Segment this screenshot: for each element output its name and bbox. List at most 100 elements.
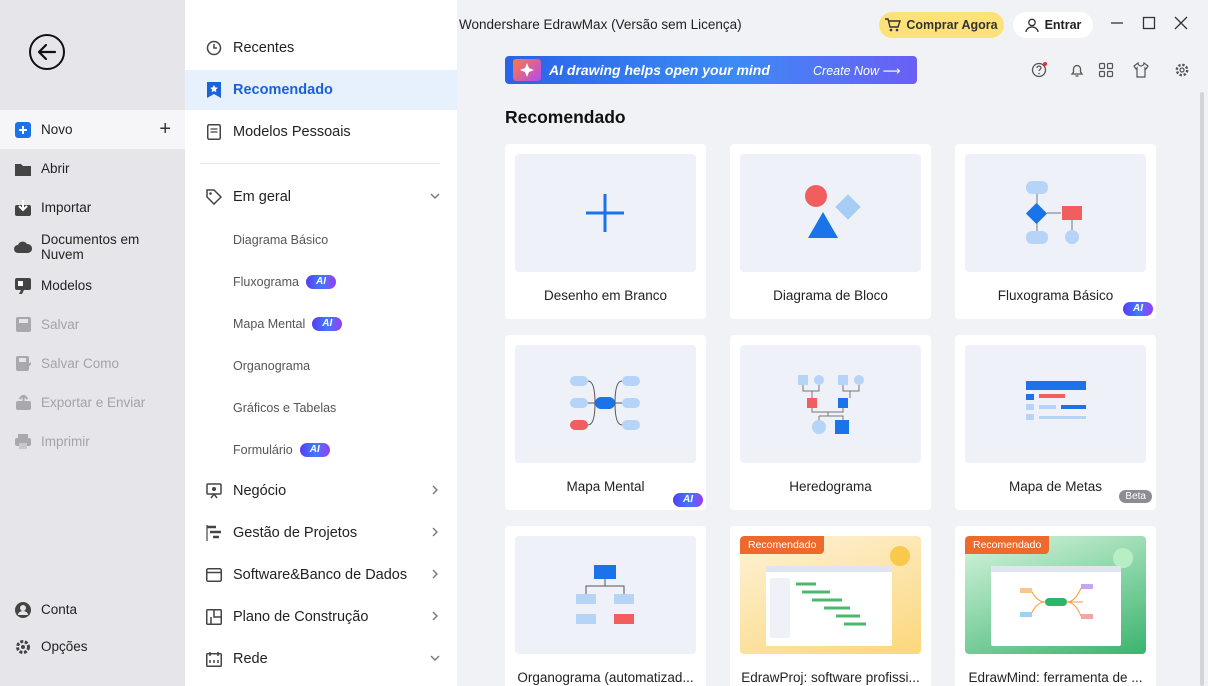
buy-now-button[interactable]: Comprar Agora xyxy=(879,12,1004,38)
file-menu-rail: Novo + Abrir Importar Documentos em Nuve… xyxy=(0,0,185,686)
plus-square-icon xyxy=(14,121,32,139)
blank-plus-icon xyxy=(586,194,624,232)
rail-item-cloud-docs[interactable]: Documentos em Nuvem xyxy=(0,227,185,266)
rail-item-export-send[interactable]: Exportar e Enviar xyxy=(0,383,185,422)
subcategory-mind-map[interactable]: Mapa Mental AI xyxy=(233,313,343,335)
template-thumbnail xyxy=(965,345,1146,463)
tag-icon xyxy=(205,188,223,206)
category-recent[interactable]: Recentes xyxy=(185,28,457,68)
category-recommended[interactable]: Recomendado xyxy=(185,70,457,110)
rail-item-save[interactable]: Salvar xyxy=(0,305,185,344)
subcategory-label: Fluxograma xyxy=(233,275,299,289)
ai-badge: AI xyxy=(306,275,336,289)
arrow-left-icon xyxy=(37,43,57,61)
category-label: Recomendado xyxy=(233,82,333,98)
category-label: Software&Banco de Dados xyxy=(233,567,408,583)
category-label: Plano de Construção xyxy=(233,609,369,625)
rail-item-options[interactable]: Opções xyxy=(0,627,185,666)
category-project-management[interactable]: Gestão de Projetos xyxy=(185,513,457,553)
template-card-genogram[interactable]: Heredograma xyxy=(730,335,931,510)
template-card-blank[interactable]: Desenho em Branco xyxy=(505,144,706,319)
presentation-icon xyxy=(205,482,223,500)
arrow-right-icon: ⟶ xyxy=(882,64,901,78)
template-label: EdrawMind: ferramenta de ... xyxy=(968,670,1143,685)
subcategory-flowchart[interactable]: Fluxograma AI xyxy=(233,271,336,293)
template-thumbnail: Recomendado xyxy=(740,536,921,654)
back-button[interactable] xyxy=(29,34,65,70)
template-thumbnail xyxy=(740,345,921,463)
settings-gear-icon[interactable] xyxy=(1174,62,1190,78)
template-thumbnail: Recomendado xyxy=(965,536,1146,654)
apps-grid-icon[interactable] xyxy=(1098,62,1114,78)
rail-item-open[interactable]: Abrir xyxy=(0,149,185,188)
template-card-mind-map[interactable]: AI Mapa Mental xyxy=(505,335,706,510)
template-card-goal-map[interactable]: Beta Mapa de Metas xyxy=(955,335,1156,510)
subcategory-basic-diagram[interactable]: Diagrama Básico xyxy=(233,229,328,251)
login-button[interactable]: Entrar xyxy=(1013,12,1093,38)
star-bookmark-icon xyxy=(205,81,223,99)
template-label: Mapa Mental xyxy=(566,479,645,494)
template-thumbnail xyxy=(515,536,696,654)
login-label: Entrar xyxy=(1044,18,1082,32)
rail-item-new[interactable]: Novo + xyxy=(0,110,185,149)
template-card-edrawmind[interactable]: Recomendado EdrawMind: ferramenta de ... xyxy=(955,526,1156,686)
shapes-illustration-icon xyxy=(805,185,861,238)
bell-icon[interactable] xyxy=(1069,62,1085,78)
category-business[interactable]: Negócio xyxy=(185,471,457,511)
cart-icon xyxy=(885,18,902,32)
rail-item-print[interactable]: Imprimir xyxy=(0,422,185,461)
category-software-database[interactable]: Software&Banco de Dados xyxy=(185,555,457,595)
floorplan-icon xyxy=(205,608,223,626)
template-label: Heredograma xyxy=(789,479,872,494)
template-label: Fluxograma Básico xyxy=(997,288,1114,303)
template-card-block-diagram[interactable]: Diagrama de Bloco xyxy=(730,144,931,319)
rail-item-templates[interactable]: Modelos xyxy=(0,266,185,305)
gear-icon xyxy=(14,638,32,656)
subcategory-label: Mapa Mental xyxy=(233,317,306,331)
rail-item-import[interactable]: Importar xyxy=(0,188,185,227)
chevron-down-icon xyxy=(430,193,440,199)
subcategory-label: Diagrama Básico xyxy=(233,233,329,247)
rail-item-save-as[interactable]: Salvar Como xyxy=(0,344,185,383)
subcategory-org-chart[interactable]: Organograma xyxy=(233,355,310,377)
divider xyxy=(200,163,440,164)
template-thumbnail xyxy=(515,345,696,463)
category-label: Negócio xyxy=(233,483,287,499)
template-card-basic-flowchart[interactable]: AI Fluxograma Básico xyxy=(955,144,1156,319)
minimize-icon[interactable] xyxy=(1110,16,1124,30)
genogram-illustration-icon xyxy=(798,375,864,434)
close-icon[interactable] xyxy=(1174,16,1188,30)
help-icon[interactable] xyxy=(1031,62,1047,78)
template-card-edrawproj[interactable]: Recomendado EdrawProj: software profissi… xyxy=(730,526,931,686)
folder-icon xyxy=(14,160,32,178)
maximize-icon[interactable] xyxy=(1142,16,1156,30)
rail-item-label: Opções xyxy=(41,639,88,654)
add-icon[interactable]: + xyxy=(159,119,171,139)
save-as-icon xyxy=(14,355,32,373)
category-construction-plan[interactable]: Plano de Construção xyxy=(185,597,457,637)
banner-cta[interactable]: Create Now ⟶ xyxy=(813,63,900,78)
ai-drawing-banner[interactable]: AI drawing helps open your mind Create N… xyxy=(505,56,917,84)
print-icon xyxy=(14,433,32,451)
category-general[interactable]: Em geral xyxy=(185,177,457,217)
rail-item-label: Salvar Como xyxy=(41,356,120,371)
category-network[interactable]: Rede xyxy=(185,639,457,679)
rail-item-label: Salvar xyxy=(41,317,80,332)
subcategory-form[interactable]: Formulário AI xyxy=(233,439,330,461)
category-personal-templates[interactable]: Modelos Pessoais xyxy=(185,112,457,152)
category-panel: Recentes Recomendado Modelos Pessoais Em… xyxy=(185,0,641,686)
edrawmax-start-screen: Novo + Abrir Importar Documentos em Nuve… xyxy=(0,0,1208,686)
rail-item-account[interactable]: Conta xyxy=(0,590,185,629)
templates-icon xyxy=(14,277,32,295)
shirt-theme-icon[interactable] xyxy=(1133,62,1149,78)
subcategory-charts-tables[interactable]: Gráficos e Tabelas xyxy=(233,397,336,419)
template-label: Mapa de Metas xyxy=(1008,479,1103,494)
subcategory-label: Formulário xyxy=(233,443,293,457)
rail-item-label: Exportar e Enviar xyxy=(41,395,146,410)
category-label: Rede xyxy=(233,651,268,667)
goal-map-illustration-icon xyxy=(1026,381,1086,420)
main-scrollbar[interactable] xyxy=(1200,92,1204,686)
rail-item-label: Documentos em Nuvem xyxy=(41,231,140,262)
save-icon xyxy=(14,316,32,334)
template-card-org-chart-auto[interactable]: Organograma (automatizad... xyxy=(505,526,706,686)
